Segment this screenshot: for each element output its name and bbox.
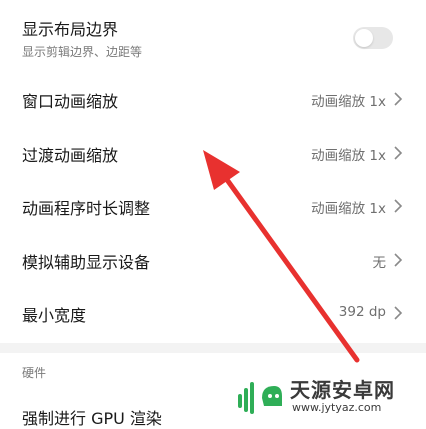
section-divider bbox=[0, 343, 426, 353]
setting-row-transition-animation-scale[interactable]: 过渡动画缩放 动画缩放 1x bbox=[0, 128, 426, 178]
watermark: 天源安卓网 www.jytyaz.com bbox=[232, 370, 424, 422]
setting-value: 392 dp bbox=[338, 304, 386, 320]
toggle-knob bbox=[355, 29, 373, 47]
setting-value: 动画缩放 1x bbox=[311, 148, 386, 164]
layout-bounds-toggle[interactable] bbox=[353, 27, 393, 49]
chevron-right-icon bbox=[394, 306, 403, 320]
setting-row-animator-duration-scale[interactable]: 动画程序时长调整 动画缩放 1x bbox=[0, 181, 426, 231]
watermark-url: www.jytyaz.com bbox=[292, 401, 382, 414]
setting-title: 强制进行 GPU 渲染 bbox=[22, 409, 162, 428]
setting-row-window-animation-scale[interactable]: 窗口动画缩放 动画缩放 1x bbox=[0, 74, 426, 124]
chevron-right-icon bbox=[394, 92, 403, 106]
setting-value: 无 bbox=[372, 255, 387, 271]
setting-row-show-layout-bounds[interactable]: 显示布局边界 显示剪辑边界、边距等 bbox=[0, 8, 426, 66]
setting-subtitle: 显示剪辑边界、边距等 bbox=[22, 45, 143, 59]
setting-value: 动画缩放 1x bbox=[311, 94, 386, 110]
setting-title: 最小宽度 bbox=[22, 306, 87, 325]
setting-value: 动画缩放 1x bbox=[311, 201, 386, 217]
setting-title: 过渡动画缩放 bbox=[22, 146, 119, 165]
setting-row-simulate-secondary-displays[interactable]: 模拟辅助显示设备 无 bbox=[0, 235, 426, 285]
setting-title: 显示布局边界 bbox=[22, 20, 119, 39]
chevron-right-icon bbox=[394, 199, 403, 213]
setting-row-smallest-width[interactable]: 最小宽度 392 dp bbox=[0, 288, 426, 338]
section-header-hardware: 硬件 bbox=[22, 366, 47, 380]
setting-title: 窗口动画缩放 bbox=[22, 92, 119, 111]
setting-title: 模拟辅助显示设备 bbox=[22, 253, 151, 272]
chevron-right-icon bbox=[394, 146, 403, 160]
chevron-right-icon bbox=[394, 253, 403, 267]
setting-title: 动画程序时长调整 bbox=[22, 199, 151, 218]
watermark-logo-icon bbox=[238, 382, 282, 414]
watermark-text: 天源安卓网 bbox=[290, 378, 395, 402]
